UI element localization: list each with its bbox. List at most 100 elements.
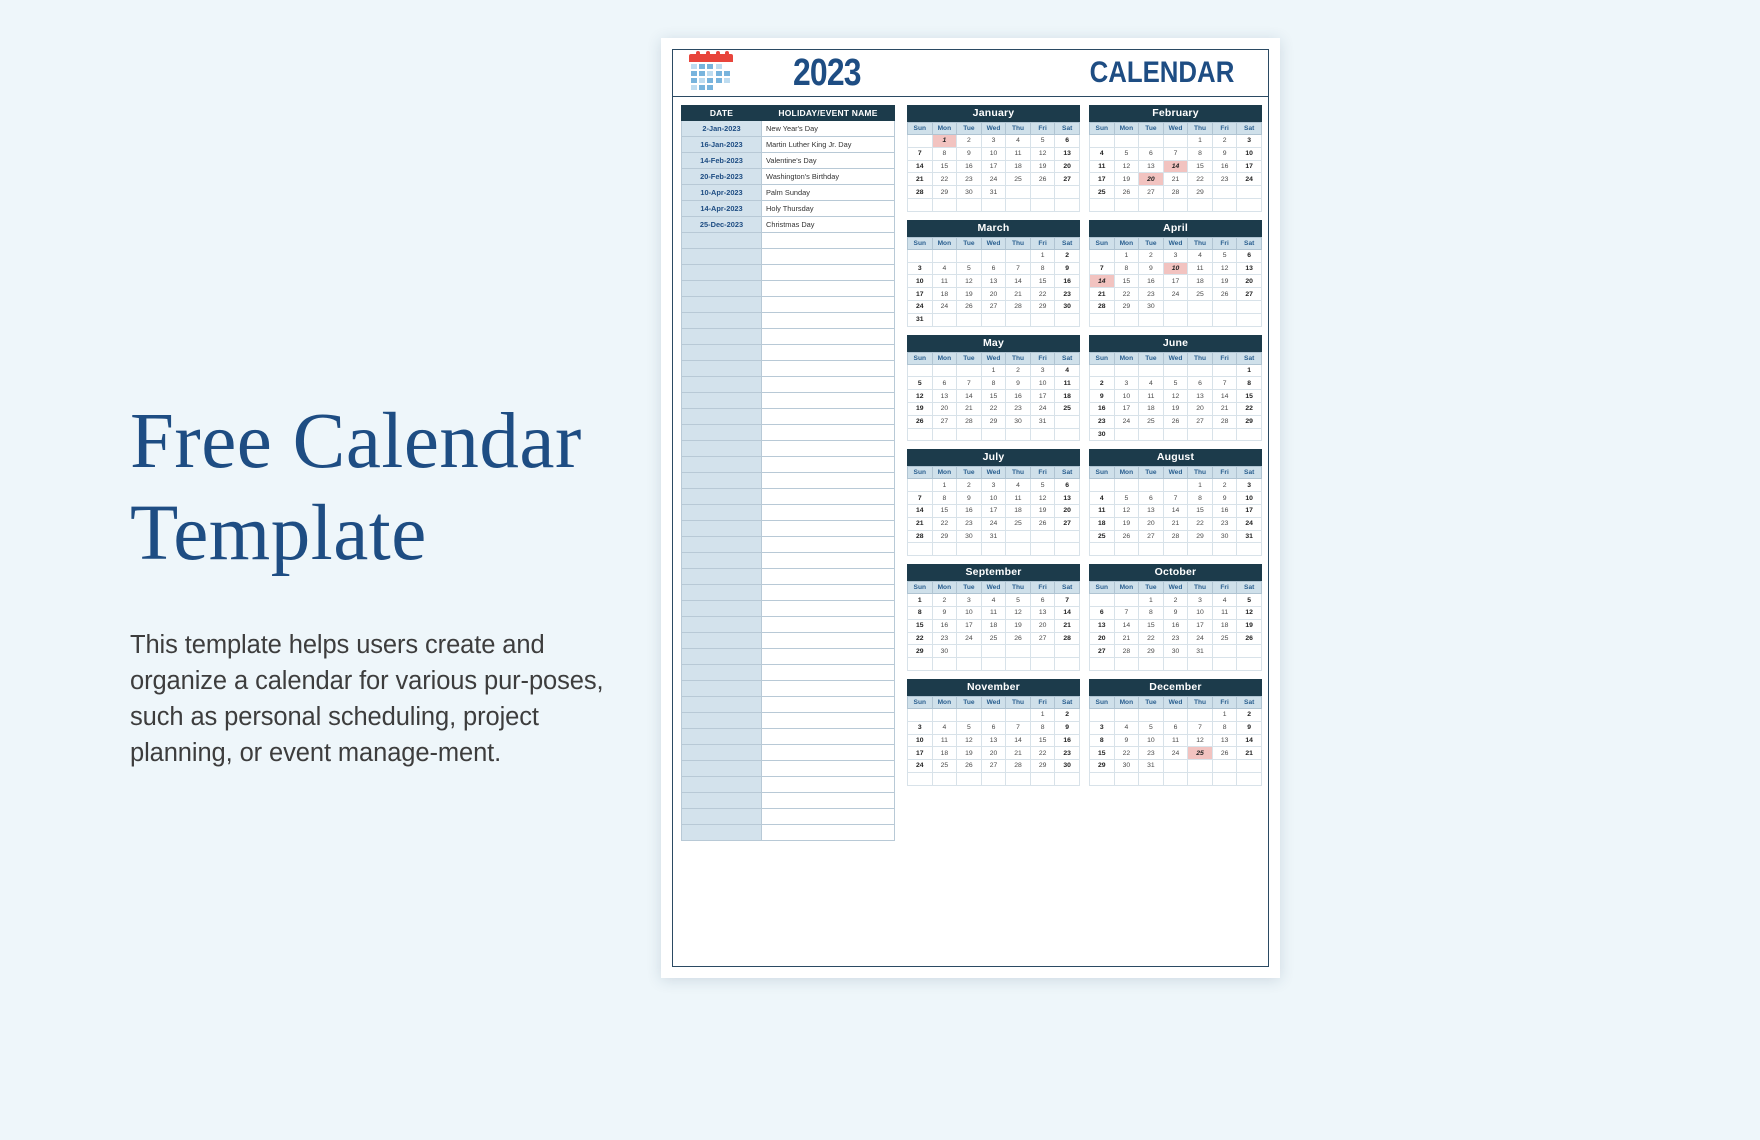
- day-cell[interactable]: 21: [1054, 618, 1080, 633]
- table-row-empty[interactable]: [681, 296, 895, 313]
- day-cell[interactable]: 5: [1211, 248, 1238, 263]
- day-cell[interactable]: 15: [1187, 503, 1213, 518]
- day-cell-empty[interactable]: [1054, 197, 1080, 212]
- day-cell-empty[interactable]: [907, 134, 933, 148]
- day-cell[interactable]: 8: [1138, 605, 1164, 620]
- day-cell-empty[interactable]: [1113, 312, 1140, 327]
- day-cell[interactable]: 13: [980, 274, 1007, 289]
- table-row-empty[interactable]: [681, 376, 895, 393]
- day-cell[interactable]: 26: [1029, 172, 1056, 187]
- day-cell[interactable]: 10: [1029, 376, 1056, 391]
- day-cell[interactable]: 24: [1236, 172, 1262, 187]
- day-cell[interactable]: 15: [1089, 746, 1115, 761]
- day-cell[interactable]: 20: [1138, 172, 1164, 187]
- day-cell[interactable]: 19: [1162, 401, 1189, 416]
- day-cell[interactable]: 9: [1089, 389, 1115, 403]
- table-row[interactable]: 16-Jan-2023 Martin Luther King Jr. Day: [681, 136, 895, 153]
- day-cell[interactable]: 17: [907, 746, 933, 761]
- table-row[interactable]: 10-Apr-2023 Palm Sunday: [681, 184, 895, 201]
- day-cell-empty[interactable]: [1089, 771, 1115, 786]
- day-cell-empty[interactable]: [1138, 707, 1164, 722]
- day-cell-empty[interactable]: [1236, 312, 1262, 327]
- day-cell[interactable]: 19: [1113, 516, 1140, 531]
- day-cell-empty[interactable]: [907, 707, 933, 722]
- day-cell[interactable]: 29: [1187, 529, 1213, 544]
- day-cell[interactable]: 19: [1211, 274, 1238, 289]
- day-cell[interactable]: 1: [980, 363, 1007, 378]
- day-cell[interactable]: 14: [1005, 733, 1031, 748]
- day-cell[interactable]: 23: [956, 172, 982, 187]
- day-cell[interactable]: 27: [1054, 172, 1080, 187]
- table-row-empty[interactable]: [681, 424, 895, 441]
- day-cell-empty[interactable]: [1211, 299, 1238, 314]
- day-cell[interactable]: 29: [1113, 299, 1140, 314]
- day-cell[interactable]: 22: [1029, 287, 1056, 301]
- day-cell[interactable]: 12: [1113, 159, 1140, 174]
- day-cell-empty[interactable]: [1236, 427, 1262, 442]
- day-cell[interactable]: 10: [1162, 261, 1189, 276]
- day-cell[interactable]: 28: [907, 185, 933, 199]
- day-cell-empty[interactable]: [1029, 185, 1056, 199]
- day-cell[interactable]: 31: [980, 185, 1007, 199]
- day-cell[interactable]: 28: [1005, 759, 1031, 773]
- day-cell[interactable]: 20: [1054, 159, 1080, 174]
- day-cell[interactable]: 25: [1187, 287, 1213, 301]
- day-cell-empty[interactable]: [1187, 542, 1213, 557]
- day-cell[interactable]: 3: [1089, 720, 1115, 735]
- day-cell[interactable]: 29: [1138, 644, 1164, 659]
- day-cell-empty[interactable]: [1113, 542, 1140, 557]
- day-cell[interactable]: 2: [1054, 707, 1080, 722]
- day-cell[interactable]: 9: [1211, 491, 1238, 505]
- day-cell[interactable]: 23: [1005, 401, 1031, 416]
- day-cell[interactable]: 30: [1005, 414, 1031, 429]
- day-cell[interactable]: 6: [1236, 248, 1262, 263]
- day-cell[interactable]: 20: [1089, 631, 1115, 646]
- day-cell[interactable]: 25: [1187, 746, 1213, 761]
- day-cell[interactable]: 7: [956, 376, 982, 391]
- day-cell-empty[interactable]: [956, 197, 982, 212]
- day-cell[interactable]: 26: [1029, 516, 1056, 531]
- day-cell[interactable]: 1: [1138, 593, 1164, 607]
- day-cell-empty[interactable]: [1187, 312, 1213, 327]
- day-cell-empty[interactable]: [1089, 363, 1115, 378]
- day-cell[interactable]: 2: [1211, 478, 1238, 493]
- day-cell-empty[interactable]: [931, 657, 958, 671]
- day-cell-empty[interactable]: [980, 427, 1007, 442]
- day-cell-empty[interactable]: [1187, 657, 1213, 671]
- day-cell[interactable]: 15: [1113, 274, 1140, 289]
- day-cell[interactable]: 2: [1089, 376, 1115, 391]
- day-cell[interactable]: 25: [1005, 516, 1031, 531]
- day-cell[interactable]: 18: [931, 287, 958, 301]
- day-cell[interactable]: 12: [1187, 733, 1213, 748]
- day-cell[interactable]: 1: [1029, 707, 1056, 722]
- day-cell[interactable]: 14: [1236, 733, 1262, 748]
- day-cell-empty[interactable]: [1113, 771, 1140, 786]
- day-cell[interactable]: 26: [1113, 185, 1140, 199]
- table-row-empty[interactable]: [681, 760, 895, 777]
- day-cell[interactable]: 26: [1211, 287, 1238, 301]
- day-cell[interactable]: 23: [1054, 287, 1080, 301]
- day-cell-empty[interactable]: [1211, 542, 1238, 557]
- day-cell[interactable]: 24: [1236, 516, 1262, 531]
- day-cell-empty[interactable]: [1054, 644, 1080, 659]
- day-cell[interactable]: 29: [931, 529, 958, 544]
- table-row-empty[interactable]: [681, 520, 895, 537]
- day-cell[interactable]: 7: [1187, 720, 1213, 735]
- day-cell-empty[interactable]: [907, 427, 933, 442]
- table-row-empty[interactable]: [681, 648, 895, 665]
- day-cell[interactable]: 16: [956, 159, 982, 174]
- day-cell[interactable]: 12: [1005, 605, 1031, 620]
- day-cell[interactable]: 11: [1187, 261, 1213, 276]
- day-cell-empty[interactable]: [956, 312, 982, 327]
- day-cell[interactable]: 22: [1113, 746, 1140, 761]
- table-row-empty[interactable]: [681, 712, 895, 729]
- day-cell[interactable]: 22: [931, 172, 958, 187]
- day-cell[interactable]: 26: [1162, 414, 1189, 429]
- day-cell[interactable]: 3: [1029, 363, 1056, 378]
- day-cell[interactable]: 5: [956, 261, 982, 276]
- day-cell[interactable]: 5: [907, 376, 933, 391]
- day-cell[interactable]: 21: [907, 172, 933, 187]
- day-cell[interactable]: 14: [1211, 389, 1238, 403]
- day-cell-empty[interactable]: [1162, 363, 1189, 378]
- day-cell-empty[interactable]: [1162, 707, 1189, 722]
